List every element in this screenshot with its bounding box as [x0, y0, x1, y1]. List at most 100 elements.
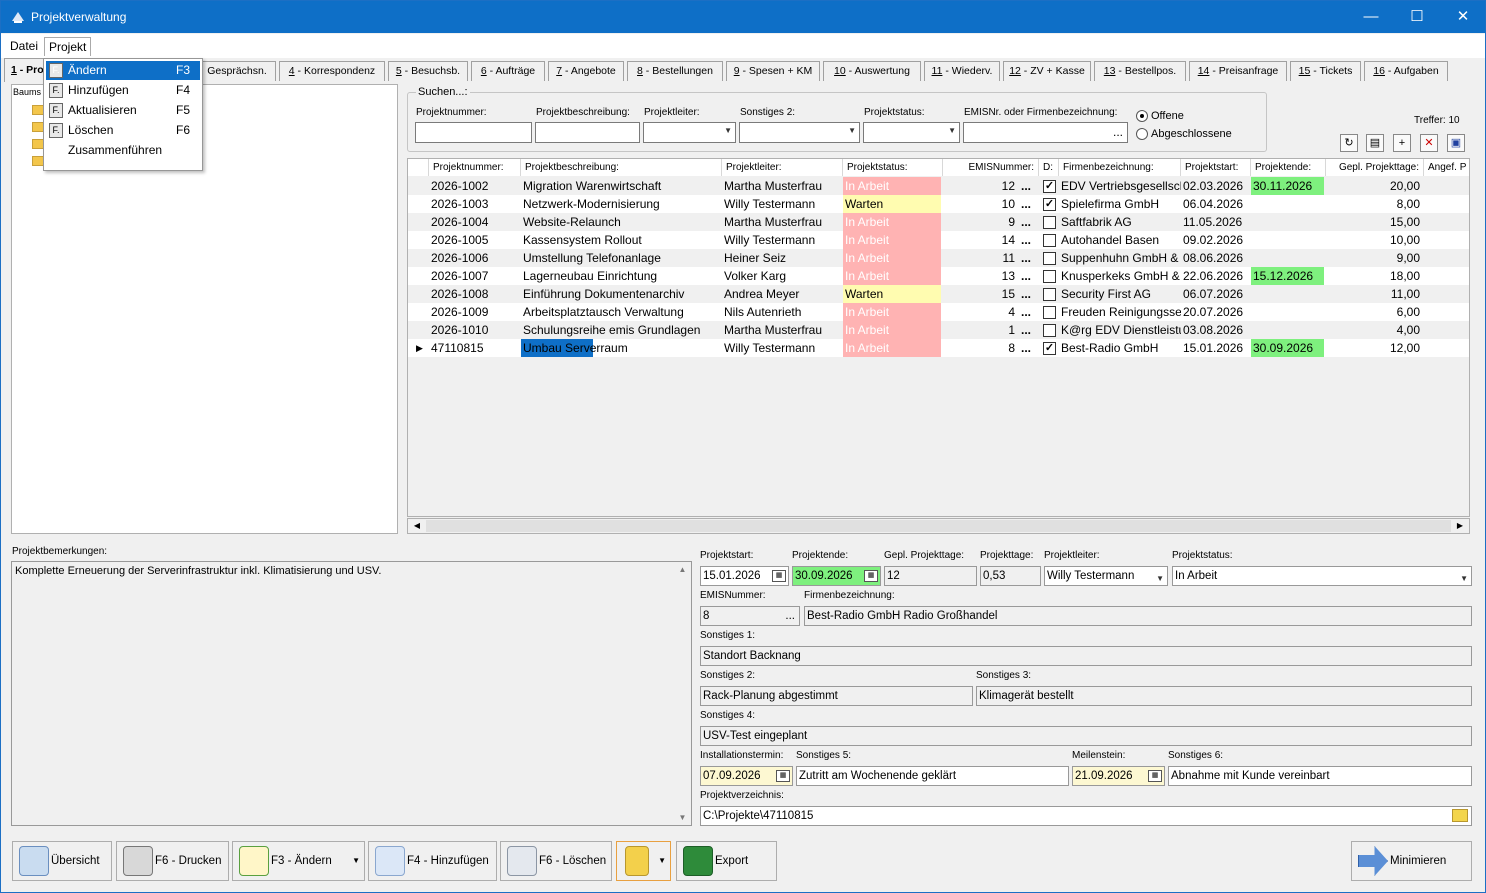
- emis-browse-button[interactable]: ...: [785, 607, 795, 625]
- grid-header[interactable]: D:: [1039, 159, 1059, 176]
- search-sonstiges2-select[interactable]: [739, 122, 860, 143]
- maximize-window-button[interactable]: ☐: [1394, 1, 1440, 33]
- folder-open-icon[interactable]: [1452, 809, 1468, 822]
- print-icon[interactable]: ▤: [1366, 134, 1384, 152]
- table-row[interactable]: 2026-1009 Arbeitsplatztausch Verwaltung Ni…: [408, 303, 1469, 321]
- new-document-icon[interactable]: +: [1393, 134, 1411, 152]
- radio-abgeschlossene-label[interactable]: Abgeschlossene: [1151, 128, 1232, 140]
- search-status-select[interactable]: [863, 122, 960, 143]
- row-checkbox[interactable]: [1043, 216, 1056, 229]
- tab-auswertung[interactable]: 10 - Auswertung: [823, 61, 921, 81]
- emis-browse-button[interactable]: ...: [1019, 321, 1037, 339]
- tab-wiedervorlage[interactable]: 11 - Wiederv.: [924, 61, 1000, 81]
- delete-icon[interactable]: ✕: [1420, 134, 1438, 152]
- loeschen-button[interactable]: F6 - Löschen: [500, 841, 612, 881]
- tab-aufgaben[interactable]: 16 - Aufgaben: [1364, 61, 1448, 81]
- table-row[interactable]: 2026-1002 Migration Warenwirtschaft Martha…: [408, 177, 1469, 195]
- emisnummer-field[interactable]: 8...: [700, 606, 800, 626]
- search-projektnummer-input[interactable]: [415, 122, 532, 143]
- scroll-down-icon[interactable]: ▼: [675, 813, 690, 822]
- row-checkbox[interactable]: [1043, 270, 1056, 283]
- grid-header[interactable]: Projektstatus:: [843, 159, 943, 176]
- sonstiges4-field[interactable]: USV-Test eingeplant: [700, 726, 1472, 746]
- row-checkbox[interactable]: ✓: [1043, 180, 1056, 193]
- grid-header[interactable]: EMISNummer:: [943, 159, 1039, 176]
- radio-offene-label[interactable]: Offene: [1151, 110, 1184, 122]
- scroll-thumb[interactable]: [426, 520, 1451, 532]
- scroll-right-icon[interactable]: ▶: [1452, 520, 1468, 532]
- tab-gespraechsnotizen[interactable]: Gesprächsn.: [198, 61, 276, 81]
- chevron-down-icon[interactable]: ▼: [658, 842, 666, 880]
- grid-header[interactable]: Projektbeschreibung:: [521, 159, 722, 176]
- menu-item-loeschen[interactable]: F. Löschen F6: [46, 121, 200, 140]
- projektstatus-select[interactable]: In Arbeit: [1172, 566, 1472, 586]
- drucken-button[interactable]: F6 - Drucken: [116, 841, 229, 881]
- refresh-icon[interactable]: ↻: [1340, 134, 1358, 152]
- search-emis-input[interactable]: ...: [963, 122, 1128, 143]
- scroll-left-icon[interactable]: ◀: [409, 520, 425, 532]
- calendar-icon[interactable]: ▦: [776, 770, 790, 782]
- radio-abgeschlossene[interactable]: [1136, 128, 1148, 140]
- calendar-icon[interactable]: ▦: [772, 570, 786, 582]
- grid-header[interactable]: Projektstart:: [1181, 159, 1251, 176]
- sonstiges3-field[interactable]: Klimagerät bestellt: [976, 686, 1472, 706]
- radio-offene[interactable]: [1136, 110, 1148, 122]
- menu-datei[interactable]: Datei: [6, 37, 42, 56]
- close-window-button[interactable]: ✕: [1440, 1, 1486, 33]
- tab-besuchsberichte[interactable]: 5 - Besuchsb.: [388, 61, 468, 81]
- sonstiges2-field[interactable]: Rack-Planung abgestimmt: [700, 686, 973, 706]
- table-row[interactable]: 2026-1008 Einführung Dokumentenarchiv Andr…: [408, 285, 1469, 303]
- emis-browse-button[interactable]: ...: [1019, 267, 1037, 285]
- hinzufuegen-button[interactable]: F4 - Hinzufügen: [368, 841, 497, 881]
- grid-header[interactable]: Gepl. Projekttage:: [1326, 159, 1424, 176]
- grid-header[interactable]: Projektleiter:: [722, 159, 843, 176]
- search-leiter-select[interactable]: [643, 122, 736, 143]
- row-checkbox[interactable]: ✓: [1043, 198, 1056, 211]
- browse-button[interactable]: ...: [1113, 125, 1123, 139]
- projektordner-button[interactable]: ▼: [616, 841, 671, 881]
- tab-auftraege[interactable]: 6 - Aufträge: [471, 61, 545, 81]
- projektstart-field[interactable]: 15.01.2026 ▦: [700, 566, 789, 586]
- row-checkbox[interactable]: [1043, 288, 1056, 301]
- table-row[interactable]: 2026-1007 Lagerneubau Einrichtung Volker K…: [408, 267, 1469, 285]
- emis-browse-button[interactable]: ...: [1019, 303, 1037, 321]
- grid-header[interactable]: Firmenbezeichnung:: [1059, 159, 1181, 176]
- table-row[interactable]: 2026-1004 Website-Relaunch Martha Musterfr…: [408, 213, 1469, 231]
- table-row[interactable]: 2026-1003 Netzwerk-Modernisierung Willy Te…: [408, 195, 1469, 213]
- projektende-field[interactable]: 30.09.2026 ▦: [792, 566, 881, 586]
- emis-browse-button[interactable]: ...: [1019, 195, 1037, 213]
- chevron-down-icon[interactable]: ▼: [352, 842, 360, 880]
- sonstiges5-field[interactable]: Zutritt am Wochenende geklärt: [796, 766, 1069, 786]
- tab-bestellpositionen[interactable]: 13 - Bestellpos.: [1094, 61, 1186, 81]
- horizontal-scrollbar[interactable]: ◀ ▶: [407, 518, 1470, 534]
- menu-item-zusammenfuehren[interactable]: Zusammenführen: [46, 141, 200, 160]
- tab-korrespondenz[interactable]: 4 - Korrespondenz: [279, 61, 385, 81]
- aendern-button[interactable]: F3 - Ändern ▼: [232, 841, 365, 881]
- menu-item-aktualisieren[interactable]: F. Aktualisieren F5: [46, 101, 200, 120]
- emis-browse-button[interactable]: ...: [1019, 285, 1037, 303]
- emis-browse-button[interactable]: ...: [1019, 231, 1037, 249]
- panel-splitter[interactable]: [401, 84, 404, 534]
- calendar-icon[interactable]: ▦: [1148, 770, 1162, 782]
- grid-header[interactable]: Projektende:: [1251, 159, 1326, 176]
- title-bar[interactable]: Projektverwaltung — ☐ ✕: [1, 1, 1485, 33]
- tab-zv-kasse[interactable]: 12 - ZV + Kasse: [1003, 61, 1091, 81]
- tab-bestellungen[interactable]: 8 - Bestellungen: [627, 61, 723, 81]
- export-button[interactable]: Export: [676, 841, 777, 881]
- table-row[interactable]: 2026-1006 Umstellung Telefonanlage Heiner …: [408, 249, 1469, 267]
- row-checkbox[interactable]: [1043, 306, 1056, 319]
- tab-tickets[interactable]: 15 - Tickets: [1290, 61, 1361, 81]
- tab-angebote[interactable]: 7 - Angebote: [548, 61, 624, 81]
- row-checkbox[interactable]: [1043, 324, 1056, 337]
- gepl-projekttage-field[interactable]: 12: [884, 566, 977, 586]
- row-checkbox[interactable]: ✓: [1043, 342, 1056, 355]
- emis-browse-button[interactable]: ...: [1019, 249, 1037, 267]
- table-row[interactable]: 2026-1005 Kassensystem Rollout Willy Teste…: [408, 231, 1469, 249]
- search-beschreibung-input[interactable]: [535, 122, 640, 143]
- emis-browse-button[interactable]: ...: [1019, 213, 1037, 231]
- row-checkbox[interactable]: [1043, 252, 1056, 265]
- grid-header[interactable]: Angef. P: [1424, 159, 1469, 176]
- scroll-up-icon[interactable]: ▲: [675, 565, 690, 574]
- row-checkbox[interactable]: [1043, 234, 1056, 247]
- vertical-scrollbar[interactable]: ▲ ▼: [675, 563, 690, 824]
